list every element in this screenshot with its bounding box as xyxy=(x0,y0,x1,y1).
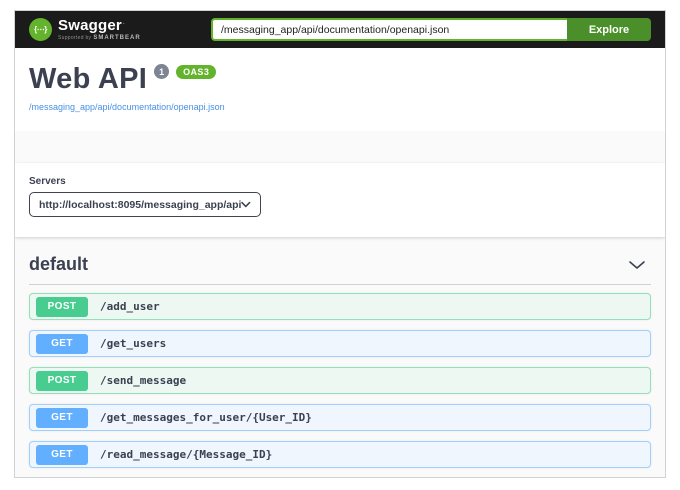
operation-path: /read_message/{Message_ID} xyxy=(100,448,272,461)
operation-row[interactable]: GET /read_message/{Message_ID} xyxy=(29,441,651,468)
chevron-down-icon xyxy=(241,201,251,208)
swagger-logo-icon: {⋯} xyxy=(29,18,52,41)
page-title: Web API xyxy=(29,66,147,92)
operation-row[interactable]: GET /get_messages_for_user/{User_ID} xyxy=(29,404,651,431)
operations-section: default POST /add_user GET /get_users PO… xyxy=(15,237,665,468)
operation-list: POST /add_user GET /get_users POST /send… xyxy=(29,293,651,468)
spec-url-group: Explore xyxy=(211,18,651,41)
operation-row[interactable]: POST /add_user xyxy=(29,293,651,320)
operation-path: /send_message xyxy=(100,374,186,387)
operation-row[interactable]: GET /get_users xyxy=(29,330,651,357)
servers-section: Servers http://localhost:8095/messaging_… xyxy=(15,163,665,237)
spec-link[interactable]: /messaging_app/api/documentation/openapi… xyxy=(29,102,225,112)
version-badge: 1 xyxy=(154,64,169,79)
method-badge: GET xyxy=(36,408,88,428)
brand-trademark-dot: . xyxy=(123,19,125,26)
explore-button[interactable]: Explore xyxy=(567,18,651,41)
swagger-ui-window: {⋯} Swagger . Supported bySMARTBEAR Expl… xyxy=(14,10,666,478)
tagline-prefix: Supported by xyxy=(58,35,91,41)
brand-text-block: Swagger . Supported bySMARTBEAR xyxy=(58,18,141,41)
method-badge: GET xyxy=(36,334,88,354)
method-badge: GET xyxy=(36,445,88,465)
operation-row[interactable]: POST /send_message xyxy=(29,367,651,394)
operation-path: /get_messages_for_user/{User_ID} xyxy=(100,411,312,424)
chevron-down-icon xyxy=(628,260,646,270)
swagger-logo-link[interactable]: {⋯} Swagger . Supported bySMARTBEAR xyxy=(29,18,141,41)
operation-path: /add_user xyxy=(100,300,160,313)
topbar: {⋯} Swagger . Supported bySMARTBEAR Expl… xyxy=(15,11,665,48)
method-badge: POST xyxy=(36,371,88,391)
info-section: Web API 1 OAS3 /messaging_app/api/docume… xyxy=(15,48,665,131)
servers-label: Servers xyxy=(29,176,651,187)
brand-name: Swagger xyxy=(58,18,122,33)
default-section-header[interactable]: default xyxy=(29,237,651,285)
tagline-smartbear: SMARTBEAR xyxy=(93,35,140,41)
oas3-badge: OAS3 xyxy=(176,65,216,79)
operation-path: /get_users xyxy=(100,337,166,350)
server-select-value: http://localhost:8095/messaging_app/api xyxy=(39,199,241,211)
brand-tagline: Supported bySMARTBEAR xyxy=(58,35,141,41)
section-title: default xyxy=(29,254,88,275)
method-badge: POST xyxy=(36,297,88,317)
spec-url-input[interactable] xyxy=(211,18,567,41)
server-select[interactable]: http://localhost:8095/messaging_app/api xyxy=(29,192,261,217)
